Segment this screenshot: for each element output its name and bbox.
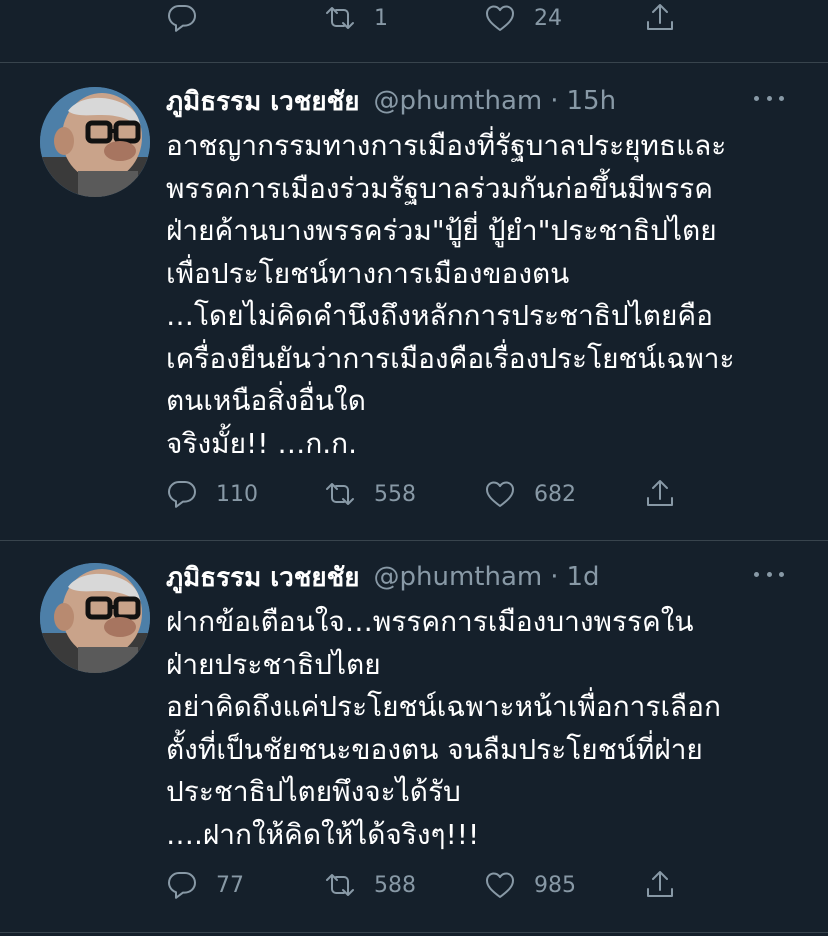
user-handle[interactable]: @phumtham	[374, 86, 543, 116]
reply-button[interactable]: 77	[166, 869, 324, 901]
display-name[interactable]: ภูมิธรรม เวชยชัย	[166, 81, 360, 122]
like-button[interactable]: 682	[484, 478, 644, 510]
like-button[interactable]: 24	[484, 2, 644, 34]
retweet-button[interactable]: 558	[324, 478, 484, 510]
retweet-count: 1	[374, 5, 388, 31]
timestamp[interactable]: 15h	[567, 86, 617, 116]
reply-count: 110	[216, 481, 258, 507]
avatar-image	[40, 87, 150, 197]
tweet-text: อาชญากรรมทางการเมืองที่รัฐบาลประยุทธและ …	[166, 129, 735, 460]
tweet-actions: 110 558 682	[166, 476, 676, 512]
reply-button[interactable]	[166, 2, 324, 34]
tweet[interactable]: ภูมิธรรม เวชยชัย @phumtham · 1d ฝากข้อเต…	[0, 541, 828, 931]
retweet-icon	[324, 2, 356, 34]
like-icon	[484, 2, 516, 34]
user-handle[interactable]: @phumtham	[374, 562, 543, 592]
share-button[interactable]	[644, 478, 676, 510]
like-count: 24	[534, 5, 562, 31]
separator: ·	[550, 86, 559, 116]
like-count: 682	[534, 481, 576, 507]
reply-count: 77	[216, 872, 244, 898]
tweet-header: ภูมิธรรม เวชยชัย @phumtham · 15h	[166, 81, 616, 121]
divider	[0, 932, 828, 933]
more-icon[interactable]	[754, 572, 784, 582]
previous-tweet-actions: 1 24	[166, 0, 676, 36]
retweet-icon	[324, 869, 356, 901]
timestamp[interactable]: 1d	[567, 562, 600, 592]
avatar[interactable]	[40, 563, 150, 673]
timeline: 1 24 ภูมิธรรม เวชยชัย @phumtham · 15h อา…	[0, 0, 828, 936]
tweet-text: ฝากข้อเตือนใจ…พรรคการเมืองบางพรรคใน ฝ่าย…	[166, 605, 721, 851]
avatar[interactable]	[40, 87, 150, 197]
retweet-button[interactable]: 1	[324, 2, 484, 34]
more-icon[interactable]	[754, 96, 784, 106]
reply-icon	[166, 2, 198, 34]
avatar-image	[40, 563, 150, 673]
display-name[interactable]: ภูมิธรรม เวชยชัย	[166, 557, 360, 598]
share-button[interactable]	[644, 2, 676, 34]
like-button[interactable]: 985	[484, 869, 644, 901]
reply-button[interactable]: 110	[166, 478, 324, 510]
retweet-button[interactable]: 588	[324, 869, 484, 901]
like-count: 985	[534, 872, 576, 898]
like-icon	[484, 478, 516, 510]
tweet-header: ภูมิธรรม เวชยชัย @phumtham · 1d	[166, 557, 600, 597]
tweet[interactable]: ภูมิธรรม เวชยชัย @phumtham · 15h อาชญากร…	[0, 63, 828, 540]
separator: ·	[550, 562, 559, 592]
like-icon	[484, 869, 516, 901]
share-icon	[644, 478, 676, 510]
retweet-count: 558	[374, 481, 416, 507]
reply-icon	[166, 478, 198, 510]
tweet-actions: 77 588 985	[166, 867, 676, 903]
share-icon	[644, 2, 676, 34]
share-button[interactable]	[644, 869, 676, 901]
retweet-count: 588	[374, 872, 416, 898]
reply-icon	[166, 869, 198, 901]
share-icon	[644, 869, 676, 901]
retweet-icon	[324, 478, 356, 510]
